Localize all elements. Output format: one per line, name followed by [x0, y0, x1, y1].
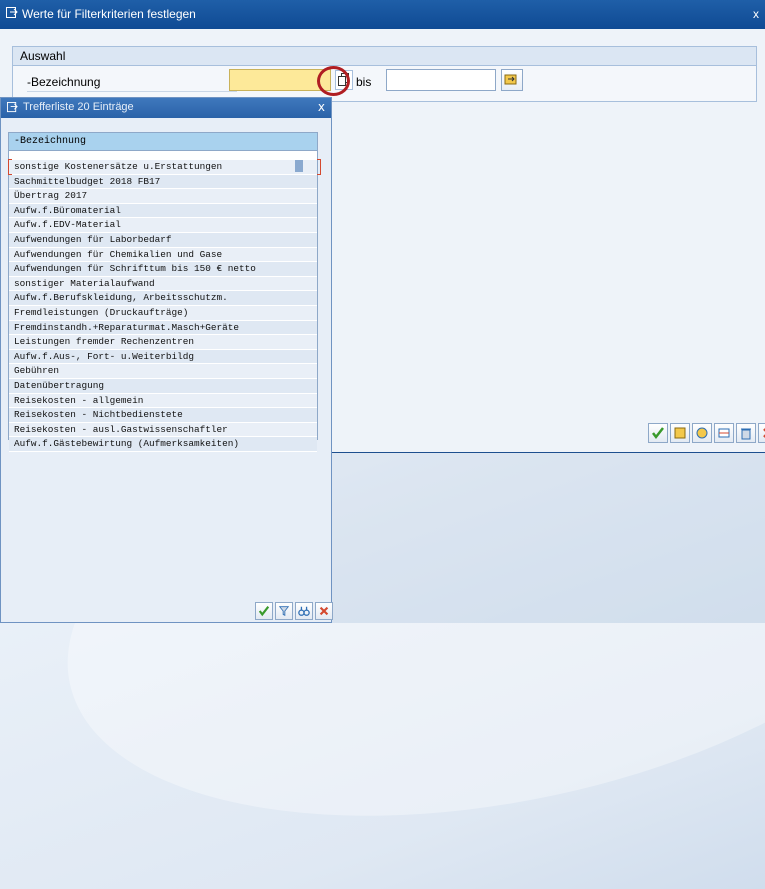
hit-list-popup: Trefferliste 20 Einträge x -Bezeichnung … — [0, 97, 333, 623]
group-header: Auswahl — [13, 47, 756, 66]
find-icon — [298, 606, 310, 616]
check-icon — [258, 606, 270, 617]
close-icon[interactable]: x — [318, 100, 325, 114]
list-item[interactable]: Aufw.f.Büromaterial — [9, 203, 317, 219]
field-label-bezeichnung: -Bezeichnung — [27, 75, 101, 89]
new-entries-button[interactable] — [670, 423, 690, 443]
list-item[interactable]: sonstige Kostenersätze u.Erstattungen — [9, 160, 317, 175]
filter-icon — [278, 606, 290, 616]
to-label: bis — [356, 75, 372, 89]
check-button[interactable] — [255, 602, 273, 620]
list-item[interactable]: Aufw.f.Aus-, Fort- u.Weiterbildg — [9, 349, 317, 365]
field-underline — [27, 91, 237, 92]
delete-row-button[interactable] — [714, 423, 734, 443]
dialog-icon — [6, 7, 18, 19]
scrollbar-thumb[interactable] — [295, 160, 303, 172]
main-dialog-titlebar: Werte für Filterkriterien festlegen x — [0, 0, 765, 29]
cancel-icon — [319, 606, 329, 616]
list-item[interactable]: Aufw.f.Gästebewirtung (Aufmerksamkeiten) — [9, 437, 317, 452]
list-item[interactable]: sonstiger Materialaufwand — [9, 276, 317, 292]
check-icon — [652, 427, 664, 440]
list-item[interactable]: Aufwendungen für Chemikalien und Gase — [9, 247, 317, 263]
trash-button[interactable] — [736, 423, 756, 443]
list-item[interactable]: Sachmittelbudget 2018 FB17 — [9, 174, 317, 190]
highlight-circle-annotation — [317, 66, 350, 96]
list-item[interactable]: Übertrag 2017 — [9, 189, 317, 204]
main-dialog-title: Werte für Filterkriterien festlegen — [22, 7, 196, 21]
find-button[interactable] — [295, 602, 313, 620]
dialog-icon — [6, 102, 18, 116]
cancel-button[interactable] — [758, 423, 765, 443]
delete-row-icon — [718, 428, 730, 438]
close-icon[interactable]: x — [749, 6, 763, 22]
cancel-button[interactable] — [315, 602, 333, 620]
check-button[interactable] — [648, 423, 668, 443]
row-focus-bracket-right — [317, 159, 321, 175]
trash-icon — [741, 428, 751, 440]
main-dialog-toolbar — [648, 423, 765, 443]
popup-titlebar: Trefferliste 20 Einträge x — [1, 98, 331, 118]
list-item[interactable]: Leistungen fremder Rechenzentren — [9, 335, 317, 350]
list-item[interactable]: Aufwendungen für Schrifttum bis 150 € ne… — [9, 262, 317, 277]
popup-toolbar — [255, 602, 333, 620]
multiple-selection-button[interactable] — [501, 69, 523, 91]
list-item[interactable]: Fremdleistungen (Druckaufträge) — [9, 305, 317, 321]
list-item[interactable]: Aufw.f.Berufskleidung, Arbeitsschutzm. — [9, 291, 317, 306]
column-header-bezeichnung[interactable]: -Bezeichnung — [9, 133, 317, 151]
multiple-selection-icon — [504, 74, 517, 85]
list-item[interactable]: Reisekosten - ausl.Gastwissenschaftler — [9, 422, 317, 438]
list-item[interactable]: Reisekosten - allgemein — [9, 393, 317, 409]
filter-button[interactable] — [275, 602, 293, 620]
list-item[interactable]: Fremdinstandh.+Reparaturmat.Masch+Geräte — [9, 320, 317, 336]
cancel-icon — [763, 428, 765, 438]
selection-group: Auswahl -Bezeichnung bis — [12, 46, 757, 102]
row-focus-bracket-left — [8, 159, 12, 175]
select-icon — [696, 427, 708, 439]
select-button[interactable] — [692, 423, 712, 443]
new-entries-icon — [674, 427, 686, 439]
popup-title: Trefferliste 20 Einträge — [23, 101, 134, 113]
to-value-input[interactable] — [386, 69, 496, 91]
from-value-input[interactable] — [229, 69, 331, 91]
list-item[interactable]: Aufwendungen für Laborbedarf — [9, 232, 317, 248]
hit-list-table: -Bezeichnung sonstige Kostenersätze u.Er… — [8, 132, 321, 452]
list-item[interactable]: Gebühren — [9, 364, 317, 379]
list-item[interactable]: Reisekosten - Nichtbedienstete — [9, 408, 317, 423]
hit-list-rows: sonstige Kostenersätze u.Erstattungen Sac… — [9, 160, 317, 452]
list-item[interactable]: Aufw.f.EDV-Material — [9, 218, 317, 233]
list-item[interactable]: Datenübertragung — [9, 378, 317, 394]
